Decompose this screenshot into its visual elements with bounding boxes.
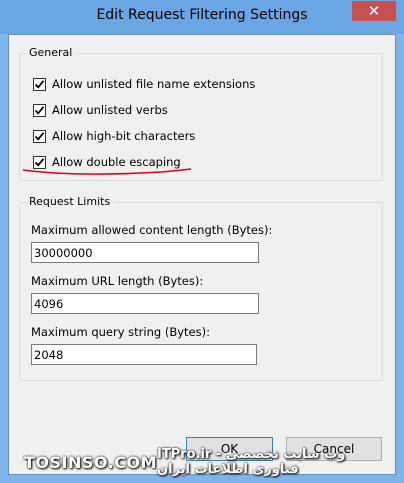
general-group: General Allow unlisted file name extensi… [19,46,383,181]
checkbox-unlisted-verbs[interactable] [33,103,46,117]
content-length-label: Maximum allowed content length (Bytes): [31,223,273,237]
content-length-input[interactable]: 30000000 [31,242,259,263]
general-legend: General [26,46,76,59]
dialog-window: Edit Request Filtering Settings ✕ Genera… [0,0,404,483]
option-label: Allow unlisted file name extensions [52,77,256,91]
checkmark-icon [34,79,45,89]
query-string-input[interactable]: 2048 [31,344,257,365]
window-title: Edit Request Filtering Settings [96,7,308,23]
url-length-input[interactable]: 4096 [31,293,259,314]
title-bar[interactable]: Edit Request Filtering Settings ✕ [0,0,404,34]
checkmark-icon [34,105,45,115]
checkbox-unlisted-extensions[interactable] [33,77,46,91]
option-high-bit-characters[interactable]: Allow high-bit characters [33,128,195,144]
cancel-button[interactable]: Cancel [286,437,382,461]
ok-button[interactable]: OK [186,437,273,461]
option-label: Allow high-bit characters [52,129,196,143]
query-string-label: Maximum query string (Bytes): [31,325,210,339]
checkmark-icon [34,131,45,141]
checkbox-high-bit-characters[interactable] [33,129,46,143]
red-underline-annotation [22,168,192,175]
close-button[interactable]: ✕ [352,1,396,21]
option-label: Allow unlisted verbs [52,103,168,117]
request-limits-legend: Request Limits [26,195,114,208]
url-length-label: Maximum URL length (Bytes): [31,274,204,288]
option-unlisted-extensions[interactable]: Allow unlisted file name extensions [33,76,255,92]
option-unlisted-verbs[interactable]: Allow unlisted verbs [33,102,168,118]
dialog-client-area: General Allow unlisted file name extensi… [8,34,396,475]
close-icon: ✕ [367,2,381,20]
